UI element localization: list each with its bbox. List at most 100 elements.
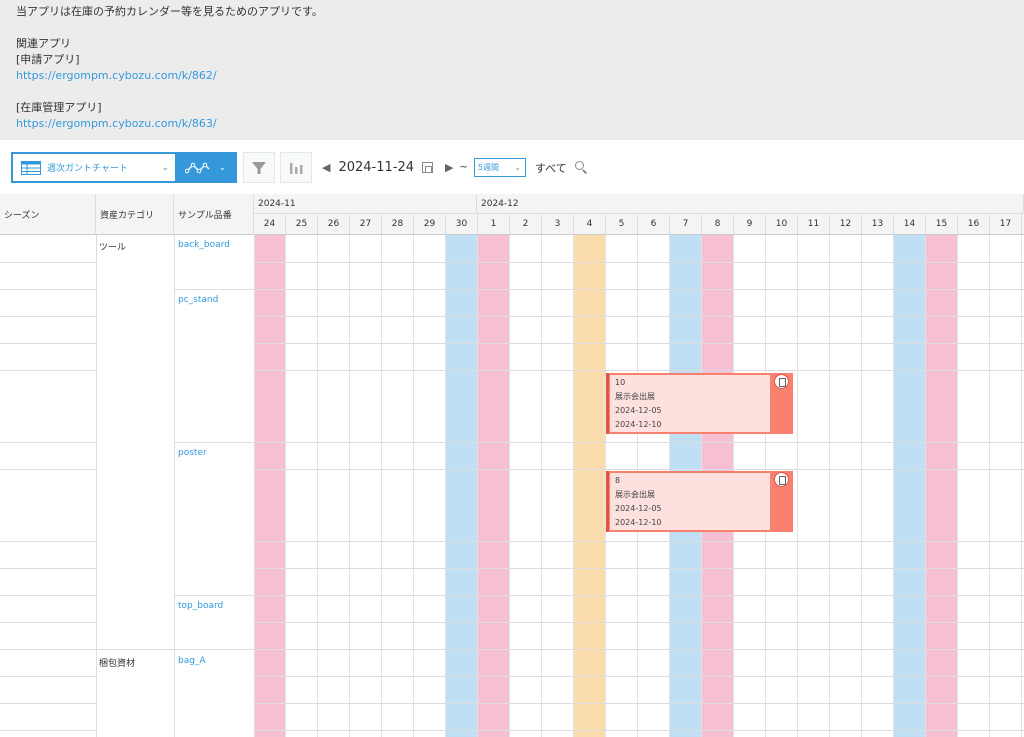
item-link[interactable]: top_board <box>178 601 223 611</box>
booking-detail: 10 展示会出展 2024-12-05 2024-12-10 <box>610 375 770 432</box>
row-divider <box>0 676 96 677</box>
row-divider <box>254 343 1024 344</box>
item-link[interactable]: bag_A <box>178 656 206 666</box>
day-label: 12 <box>830 214 862 234</box>
view-name: 週次ガントチャート <box>47 164 128 174</box>
row-divider <box>0 262 96 263</box>
day-label: 6 <box>638 214 670 234</box>
day-label: 26 <box>318 214 350 234</box>
filter-button[interactable] <box>243 152 275 183</box>
season-header: シーズン <box>0 194 96 235</box>
day-column <box>830 235 862 737</box>
row-divider <box>0 541 96 542</box>
all-filter-label[interactable]: すべて <box>535 160 567 176</box>
range-option: 5週間 <box>477 163 499 172</box>
row-divider <box>0 568 96 569</box>
booking-detail: 8 展示会出展 2024-12-05 2024-12-10 <box>610 473 770 530</box>
day-label: 16 <box>958 214 990 234</box>
toolbar: 週次ガントチャート ⌄ ⌄ ◀ 2024-11-24 ▶ ~ 5週間 ⌄ すべて <box>0 140 1024 194</box>
row-divider <box>174 442 254 443</box>
day-column <box>254 235 286 737</box>
document-icon[interactable] <box>774 374 789 389</box>
range-select[interactable]: 5週間 ⌄ <box>473 158 526 177</box>
booking-start: 2024-12-05 <box>615 406 662 415</box>
row-divider <box>174 649 254 650</box>
day-label: 7 <box>670 214 702 234</box>
day-label: 14 <box>894 214 926 234</box>
day-column <box>926 235 958 737</box>
booking-quantity: 10 <box>615 378 626 387</box>
booking-quantity: 8 <box>615 476 621 485</box>
search-icon[interactable] <box>574 160 589 175</box>
day-label: 28 <box>382 214 414 234</box>
row-divider <box>254 289 1024 290</box>
item-link[interactable]: back_board <box>178 240 230 250</box>
row-divider <box>0 442 96 443</box>
graph-icon <box>184 162 210 173</box>
row-divider <box>254 442 1024 443</box>
application-app-link[interactable]: https://ergompm.cybozu.com/k/862/ <box>16 69 217 82</box>
view-selector[interactable]: 週次ガントチャート ⌄ ⌄ <box>11 152 237 183</box>
booking-start: 2024-12-05 <box>615 504 662 513</box>
calendar-icon[interactable] <box>422 162 434 173</box>
day-label: 17 <box>990 214 1022 234</box>
app-description: 当アプリは在庫の予約カレンダー等を見るためのアプリです。 関連アプリ [申請アプ… <box>0 0 1024 140</box>
day-label: 29 <box>414 214 446 234</box>
day-column <box>958 235 990 737</box>
day-column <box>318 235 350 737</box>
item-link[interactable]: poster <box>178 448 207 458</box>
day-label: 9 <box>734 214 766 234</box>
graph-view-button[interactable]: ⌄ <box>176 154 235 181</box>
row-divider <box>254 316 1024 317</box>
day-column <box>446 235 478 737</box>
row-divider <box>254 370 1024 371</box>
next-arrow-icon[interactable]: ▶ <box>445 161 453 174</box>
column-divider <box>96 235 97 737</box>
month-label: 2024-12 <box>477 194 1024 214</box>
view-dropdown[interactable]: 週次ガントチャート ⌄ <box>13 154 176 181</box>
column-divider <box>254 235 255 737</box>
row-divider <box>254 541 1024 542</box>
description-intro: 当アプリは在庫の予約カレンダー等を見るためのアプリです。 <box>16 5 323 18</box>
gantt-chart: シーズン 資産カテゴリ サンプル品番 2024-11 2024-12 ツール 梱… <box>0 194 1024 737</box>
month-label: 2024-11 <box>254 194 477 214</box>
document-icon[interactable] <box>774 472 789 487</box>
date-navigator: ◀ 2024-11-24 ▶ ~ 5週間 ⌄ すべて <box>322 152 589 183</box>
day-column <box>798 235 830 737</box>
day-column <box>990 235 1022 737</box>
prev-arrow-icon[interactable]: ◀ <box>322 161 330 174</box>
current-date[interactable]: 2024-11-24 <box>338 160 414 175</box>
bar-chart-icon <box>290 162 303 174</box>
item-header: サンプル品番 <box>174 194 254 235</box>
chevron-down-icon: ⌄ <box>514 163 521 172</box>
row-divider <box>0 730 96 731</box>
booking-bar[interactable]: 8 展示会出展 2024-12-05 2024-12-10 <box>606 471 793 532</box>
item-link[interactable]: pc_stand <box>178 295 218 305</box>
day-label: 8 <box>702 214 734 234</box>
day-label: 5 <box>606 214 638 234</box>
day-label: 15 <box>926 214 958 234</box>
row-divider <box>254 469 1024 470</box>
row-divider <box>254 703 1024 704</box>
day-label: 2 <box>510 214 542 234</box>
day-label: 3 <box>542 214 574 234</box>
row-divider <box>254 730 1024 731</box>
application-app-label: [申請アプリ] <box>16 53 80 66</box>
graph-button[interactable] <box>280 152 312 183</box>
day-column <box>542 235 574 737</box>
day-column <box>510 235 542 737</box>
inventory-app-link[interactable]: https://ergompm.cybozu.com/k/863/ <box>16 117 217 130</box>
row-divider <box>174 595 254 596</box>
row-divider <box>0 622 96 623</box>
category-header: 資産カテゴリ <box>96 194 174 235</box>
day-column <box>286 235 318 737</box>
booking-end: 2024-12-10 <box>615 420 662 429</box>
row-divider <box>96 649 174 650</box>
day-column <box>350 235 382 737</box>
day-label: 1 <box>478 214 510 234</box>
row-divider <box>0 343 96 344</box>
booking-bar[interactable]: 10 展示会出展 2024-12-05 2024-12-10 <box>606 373 793 434</box>
day-column <box>382 235 414 737</box>
range-separator: ~ <box>459 162 468 173</box>
row-divider <box>254 622 1024 623</box>
